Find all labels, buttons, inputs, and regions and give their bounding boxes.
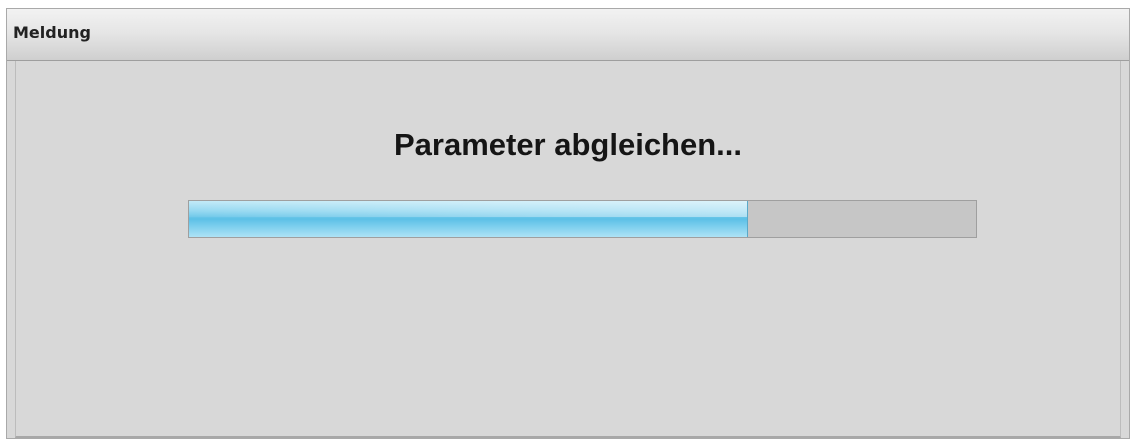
progress-bar-fill [189,201,748,237]
status-message: Parameter abgleichen... [393,127,743,162]
dialog-content: Parameter abgleichen... [15,61,1121,438]
message-dialog: Meldung Parameter abgleichen... [6,8,1130,439]
dialog-titlebar[interactable]: Meldung [7,9,1129,61]
progress-bar [188,200,977,238]
dialog-title: Meldung [13,23,91,42]
